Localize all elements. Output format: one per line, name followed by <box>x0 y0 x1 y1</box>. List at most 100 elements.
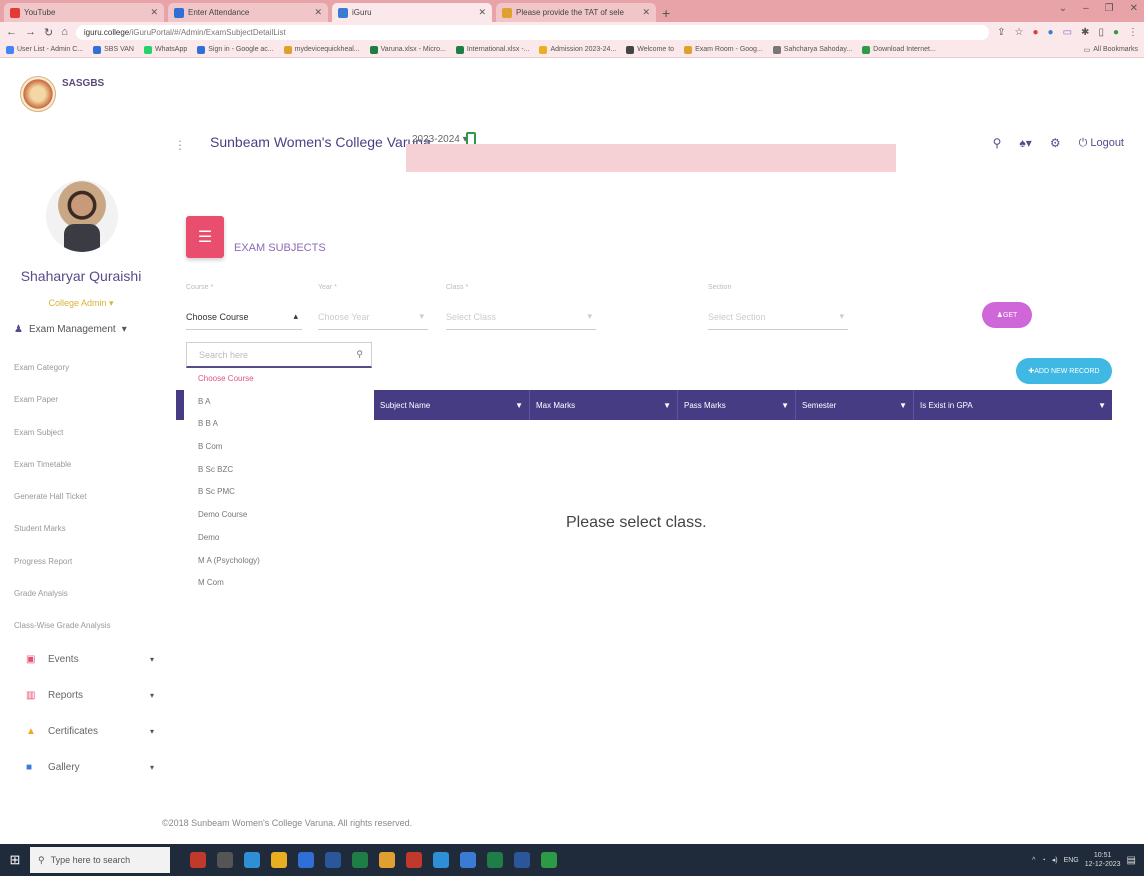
maximize-icon[interactable]: ❐ <box>1105 3 1114 14</box>
folder-icon[interactable] <box>271 852 287 868</box>
filter-icon[interactable]: ▼ <box>1098 401 1106 410</box>
bookmark[interactable]: User List - Admin C... <box>6 45 83 54</box>
class-select[interactable]: Select Class ▾ <box>446 304 596 330</box>
taskbar-search-input[interactable]: ⚲ Type here to search <box>30 847 170 873</box>
sidebar-item-exam-subject[interactable]: Exam Subject <box>14 423 110 455</box>
bookmark[interactable]: Sahcharya Sahoday... <box>772 45 852 54</box>
column-header[interactable]: Max Marks ▼ <box>530 390 678 420</box>
menu-dots-icon[interactable]: ⋮ <box>1128 27 1138 38</box>
puzzle-icon[interactable]: ✱ <box>1081 27 1089 38</box>
sidebar-item-exam-category[interactable]: Exam Category <box>14 358 110 390</box>
dropdown-option[interactable]: B A <box>186 391 372 414</box>
browser-tab-active[interactable]: iGuru ✕ <box>332 3 492 22</box>
dropdown-option[interactable]: M Com <box>186 572 372 595</box>
bookmark[interactable]: Download Internet... <box>862 45 936 54</box>
sidebar-item-reports[interactable]: ▥ Reports ▾ <box>26 690 154 701</box>
network-icon[interactable]: ◔ <box>1041 857 1045 864</box>
course-select[interactable]: Choose Course ▴ <box>186 304 302 330</box>
sidebar-item-class-wise-grade-analysis[interactable]: Class-Wise Grade Analysis <box>14 616 110 648</box>
browser-tab[interactable]: Please provide the TAT of sele ✕ <box>496 3 656 22</box>
extension-icon[interactable]: ● <box>1033 27 1039 38</box>
reload-icon[interactable]: ↻ <box>44 26 53 39</box>
gear-icon[interactable]: ⚙ <box>1050 136 1061 150</box>
app-icon[interactable] <box>460 852 476 868</box>
bookmark[interactable]: mydevicequickheal... <box>283 45 360 54</box>
close-icon[interactable]: ✕ <box>478 7 486 18</box>
excel-icon[interactable] <box>352 852 368 868</box>
browser-tab[interactable]: YouTube ✕ <box>4 3 164 22</box>
sidebar-item-gallery[interactable]: ■ Gallery ▾ <box>26 762 154 773</box>
column-header[interactable]: Semester ▼ <box>796 390 914 420</box>
all-bookmarks[interactable]: ▭ All Bookmarks <box>1084 46 1138 54</box>
app-icon[interactable] <box>190 852 206 868</box>
app-icon[interactable] <box>298 852 314 868</box>
bookmark[interactable]: International.xlsx -... <box>455 45 529 54</box>
profile-icon[interactable]: ● <box>1113 27 1119 38</box>
sidebar-item-events[interactable]: ▣ Events ▾ <box>26 654 154 665</box>
nav-group-exam-management[interactable]: ♟ Exam Management ▾ <box>14 324 127 335</box>
filter-icon[interactable]: ▼ <box>515 401 523 410</box>
close-icon[interactable]: ✕ <box>642 7 650 18</box>
dropdown-option[interactable]: Demo Course <box>186 504 372 527</box>
column-header[interactable]: Subject Name ▼ <box>374 390 530 420</box>
new-tab-button[interactable]: + <box>662 3 670 22</box>
dropdown-option[interactable]: M A (Psychology) <box>186 550 372 573</box>
extension-icon[interactable]: ▭ <box>1063 27 1072 38</box>
year-select[interactable]: Choose Year ▾ <box>318 304 428 330</box>
home-icon[interactable]: ⌂ <box>61 26 68 38</box>
powerpoint-icon[interactable] <box>406 852 422 868</box>
close-icon[interactable]: ✕ <box>150 7 158 18</box>
language-indicator[interactable]: ENG <box>1064 857 1079 864</box>
dropdown-option[interactable]: Demo <box>186 527 372 550</box>
sidebar-item-exam-timetable[interactable]: Exam Timetable <box>14 455 110 487</box>
section-select[interactable]: Select Section ▾ <box>708 304 848 330</box>
back-icon[interactable]: ← <box>6 26 17 38</box>
task-view-icon[interactable] <box>217 852 233 868</box>
bookmark[interactable]: Varuna.xlsx - Micro... <box>369 45 446 54</box>
chevron-down-icon[interactable]: ⌄ <box>1059 3 1067 14</box>
word-icon[interactable] <box>325 852 341 868</box>
filter-icon[interactable]: ▼ <box>663 401 671 410</box>
sidebar-item-grade-analysis[interactable]: Grade Analysis <box>14 584 110 616</box>
close-window-icon[interactable]: ✕ <box>1130 3 1138 14</box>
share-icon[interactable]: ⇪ <box>997 27 1005 38</box>
windows-start-icon[interactable]: ⊞ <box>0 844 30 876</box>
chevron-up-icon[interactable]: ^ <box>1032 857 1035 864</box>
bookmark[interactable]: WhatsApp <box>143 45 187 54</box>
bookmark[interactable]: SBS VAN <box>93 45 134 54</box>
search-icon[interactable]: ⚲ <box>993 136 1002 150</box>
dropdown-option[interactable]: B Sc BZC <box>186 459 372 482</box>
bell-icon[interactable]: ♠▾ <box>1019 136 1031 150</box>
logout-button[interactable]: ⏻ Logout <box>1079 137 1124 150</box>
column-header[interactable]: Is Exist in GPA ▼ <box>914 390 1112 420</box>
chrome-icon[interactable] <box>379 852 395 868</box>
sidebar-item-progress-report[interactable]: Progress Report <box>14 552 110 584</box>
edge-icon[interactable] <box>244 852 260 868</box>
dropdown-option[interactable]: Choose Course <box>186 368 372 391</box>
ie-icon[interactable] <box>433 852 449 868</box>
dropdown-option[interactable]: B Com <box>186 436 372 459</box>
clock[interactable]: 10:51 12-12-2023 <box>1085 851 1121 869</box>
sidebar-item-generate-hall-ticket[interactable]: Generate Hall Ticket <box>14 487 110 519</box>
add-new-record-button[interactable]: ✚ ADD NEW RECORD <box>1016 358 1112 384</box>
menu-toggle-icon[interactable]: ⋮ <box>174 138 186 152</box>
minimize-icon[interactable]: – <box>1083 3 1089 14</box>
sidepanel-icon[interactable]: ▯ <box>1098 27 1104 38</box>
filter-icon[interactable]: ▼ <box>781 401 789 410</box>
app-icon[interactable] <box>487 852 503 868</box>
bookmark[interactable]: Exam Room - Goog... <box>684 45 763 54</box>
bookmark[interactable]: Sign in - Google ac... <box>197 45 274 54</box>
star-icon[interactable]: ☆ <box>1015 27 1024 38</box>
sidebar-item-student-marks[interactable]: Student Marks <box>14 519 110 551</box>
sidebar-item-certificates[interactable]: ▲ Certificates ▾ <box>26 726 154 737</box>
url-input[interactable]: iguru.college /iGuruPortal/#/Admin/ExamS… <box>75 24 990 40</box>
filter-icon[interactable]: ▼ <box>899 401 907 410</box>
search-input[interactable]: Search here ⚲ <box>186 342 372 368</box>
forward-icon[interactable]: → <box>25 26 36 38</box>
dropdown-option[interactable]: B B A <box>186 413 372 436</box>
volume-icon[interactable]: ◂) <box>1052 856 1058 864</box>
bookmark[interactable]: Admission 2023-24... <box>539 45 616 54</box>
notification-icon[interactable]: ▤ <box>1127 855 1136 866</box>
dropdown-option[interactable]: B Sc PMC <box>186 481 372 504</box>
get-button[interactable]: ♟ GET <box>982 302 1032 328</box>
